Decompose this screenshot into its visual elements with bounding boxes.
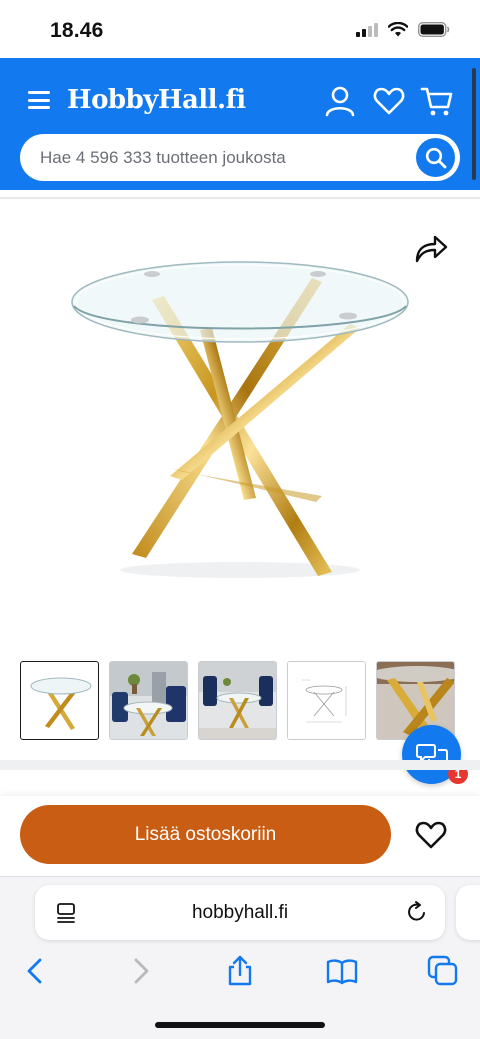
cart-icon[interactable]: [420, 84, 454, 118]
home-indicator: [155, 1022, 325, 1028]
section-divider: [0, 760, 480, 770]
scroll-indicator: [472, 68, 476, 180]
thumb-room-icon-2: [199, 662, 276, 739]
cellular-signal-icon: [356, 22, 378, 37]
status-time: 18.46: [50, 19, 104, 42]
thumb-table-icon: [30, 677, 92, 730]
next-tab-preview[interactable]: [456, 885, 480, 940]
divider: [0, 197, 480, 199]
address-bar[interactable]: hobbyhall.fi: [35, 885, 445, 940]
site-logo[interactable]: HobbyHall.fi: [67, 85, 246, 115]
thumbnail-strip: [20, 661, 455, 740]
heart-outline-icon[interactable]: [414, 819, 448, 851]
thumb-room-icon: [110, 662, 187, 739]
search-field[interactable]: Hae 4 596 333 tuotteen joukosta: [20, 134, 460, 181]
status-icons: [356, 22, 450, 37]
menu-icon[interactable]: [28, 91, 50, 109]
share-icon[interactable]: [224, 955, 256, 987]
tabs-icon[interactable]: [427, 955, 459, 987]
bookmarks-icon[interactable]: [326, 955, 358, 987]
thumb-dimensions-icon: [288, 662, 365, 739]
thumbnail-4[interactable]: [287, 661, 366, 740]
search-icon: [425, 147, 446, 168]
heart-icon[interactable]: [372, 84, 406, 118]
thumbnail-2[interactable]: [109, 661, 188, 740]
search-button[interactable]: [416, 138, 455, 177]
battery-icon: [418, 22, 450, 37]
reload-icon[interactable]: [405, 900, 429, 924]
search-placeholder: Hae 4 596 333 tuotteen joukosta: [40, 148, 286, 167]
product-image[interactable]: [60, 250, 420, 590]
sticky-cart-bar: Lisää ostoskoriin: [0, 796, 480, 876]
forward-icon[interactable]: [124, 955, 156, 987]
status-bar: 18.46: [0, 0, 480, 58]
back-icon[interactable]: [20, 955, 52, 987]
browser-toolbar: hobbyhall.fi: [0, 876, 480, 1039]
url-text: hobbyhall.fi: [191, 902, 289, 923]
wifi-icon: [388, 22, 408, 37]
thumbnail-1[interactable]: [20, 661, 99, 740]
site-header: HobbyHall.fi Hae 4 596 333 tuotteen jouk…: [0, 58, 480, 190]
add-to-cart-button[interactable]: Lisää ostoskoriin: [20, 805, 391, 864]
thumbnail-3[interactable]: [198, 661, 277, 740]
account-icon[interactable]: [323, 84, 357, 118]
